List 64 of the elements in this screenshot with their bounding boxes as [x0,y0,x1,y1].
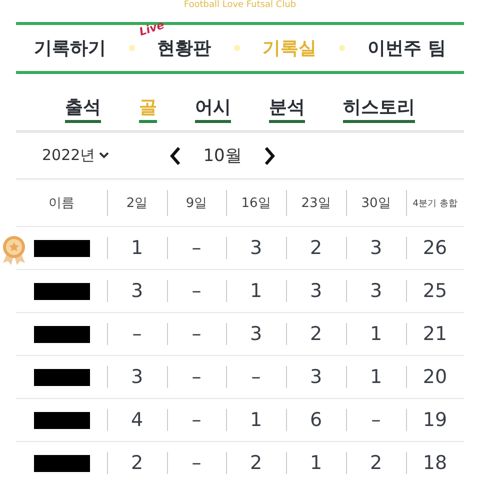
table-cell: 19 [406,398,464,442]
table-cell: 2 [346,442,406,480]
redacted-name [34,282,90,300]
separator-dot [339,45,346,51]
sub-tab[interactable]: 히스토리 [343,95,415,123]
table-cell: – [167,442,226,480]
table-cell: 18 [406,442,464,480]
table-cell: 6 [286,398,346,442]
column-header: 16일 [226,180,286,226]
table-cell: 26 [406,226,464,270]
redacted-name [34,454,90,472]
table-cell: – [167,312,226,356]
redacted-name [34,412,90,428]
separator-dot [234,45,240,51]
table-cell: 2 [107,442,167,480]
nav-tab[interactable]: 이번주 팀 [368,32,446,64]
column-header: 이름 [16,180,107,226]
table-cell: 2 [286,226,346,270]
redacted-name [34,240,90,256]
previous-month-button[interactable] [169,146,182,166]
table-cell: – [346,398,406,442]
table-cell: 20 [406,356,464,398]
sub-tab[interactable]: 분석 [269,95,305,123]
table-cell: – [107,312,167,356]
table-cell: 25 [406,270,464,312]
redacted-name [34,326,90,342]
column-header: 9일 [167,180,226,226]
year-dropdown[interactable]: 2022년 [42,146,110,165]
table-cell: – [167,270,226,312]
table-cell: – [167,226,226,270]
table-cell: 3 [286,356,346,398]
nav-tab[interactable]: 기록하기 [34,32,106,64]
table-cell: 3 [346,270,406,312]
month-label: 10월 [203,145,242,167]
table-cell: 3 [107,356,167,398]
table-cell: – [226,356,286,398]
club-name: Football Love Futsal Club [182,0,298,12]
table-cell: 1 [226,270,286,312]
table-cell: 3 [226,226,286,270]
column-header: 23일 [286,180,346,226]
table-cell: 21 [406,312,464,356]
sub-tab[interactable]: 어시 [195,95,231,123]
separator-dot [128,45,135,51]
table-cell: – [167,356,226,398]
column-header: 2일 [107,180,167,226]
table-cell: 1 [346,312,406,356]
table-cell: 1 [346,356,406,398]
redacted-name [34,368,90,386]
next-month-button[interactable] [264,146,276,166]
table-cell: 2 [286,312,346,356]
column-header: 4분기 총합 [406,180,464,226]
table-cell: 2 [226,442,286,480]
table-cell: 3 [226,312,286,356]
table-cell: 3 [286,270,346,312]
table-cell: 3 [346,226,406,270]
table-cell: 3 [107,270,167,312]
table-cell: 1 [107,226,167,270]
table-cell: 1 [226,398,286,442]
chevron-down-icon [99,152,110,159]
table-cell: – [167,398,226,442]
table-cell: 1 [286,442,346,480]
sub-tab[interactable]: 출석 [65,95,101,123]
table-cell: 4 [107,398,167,442]
column-header: 30일 [346,180,406,226]
